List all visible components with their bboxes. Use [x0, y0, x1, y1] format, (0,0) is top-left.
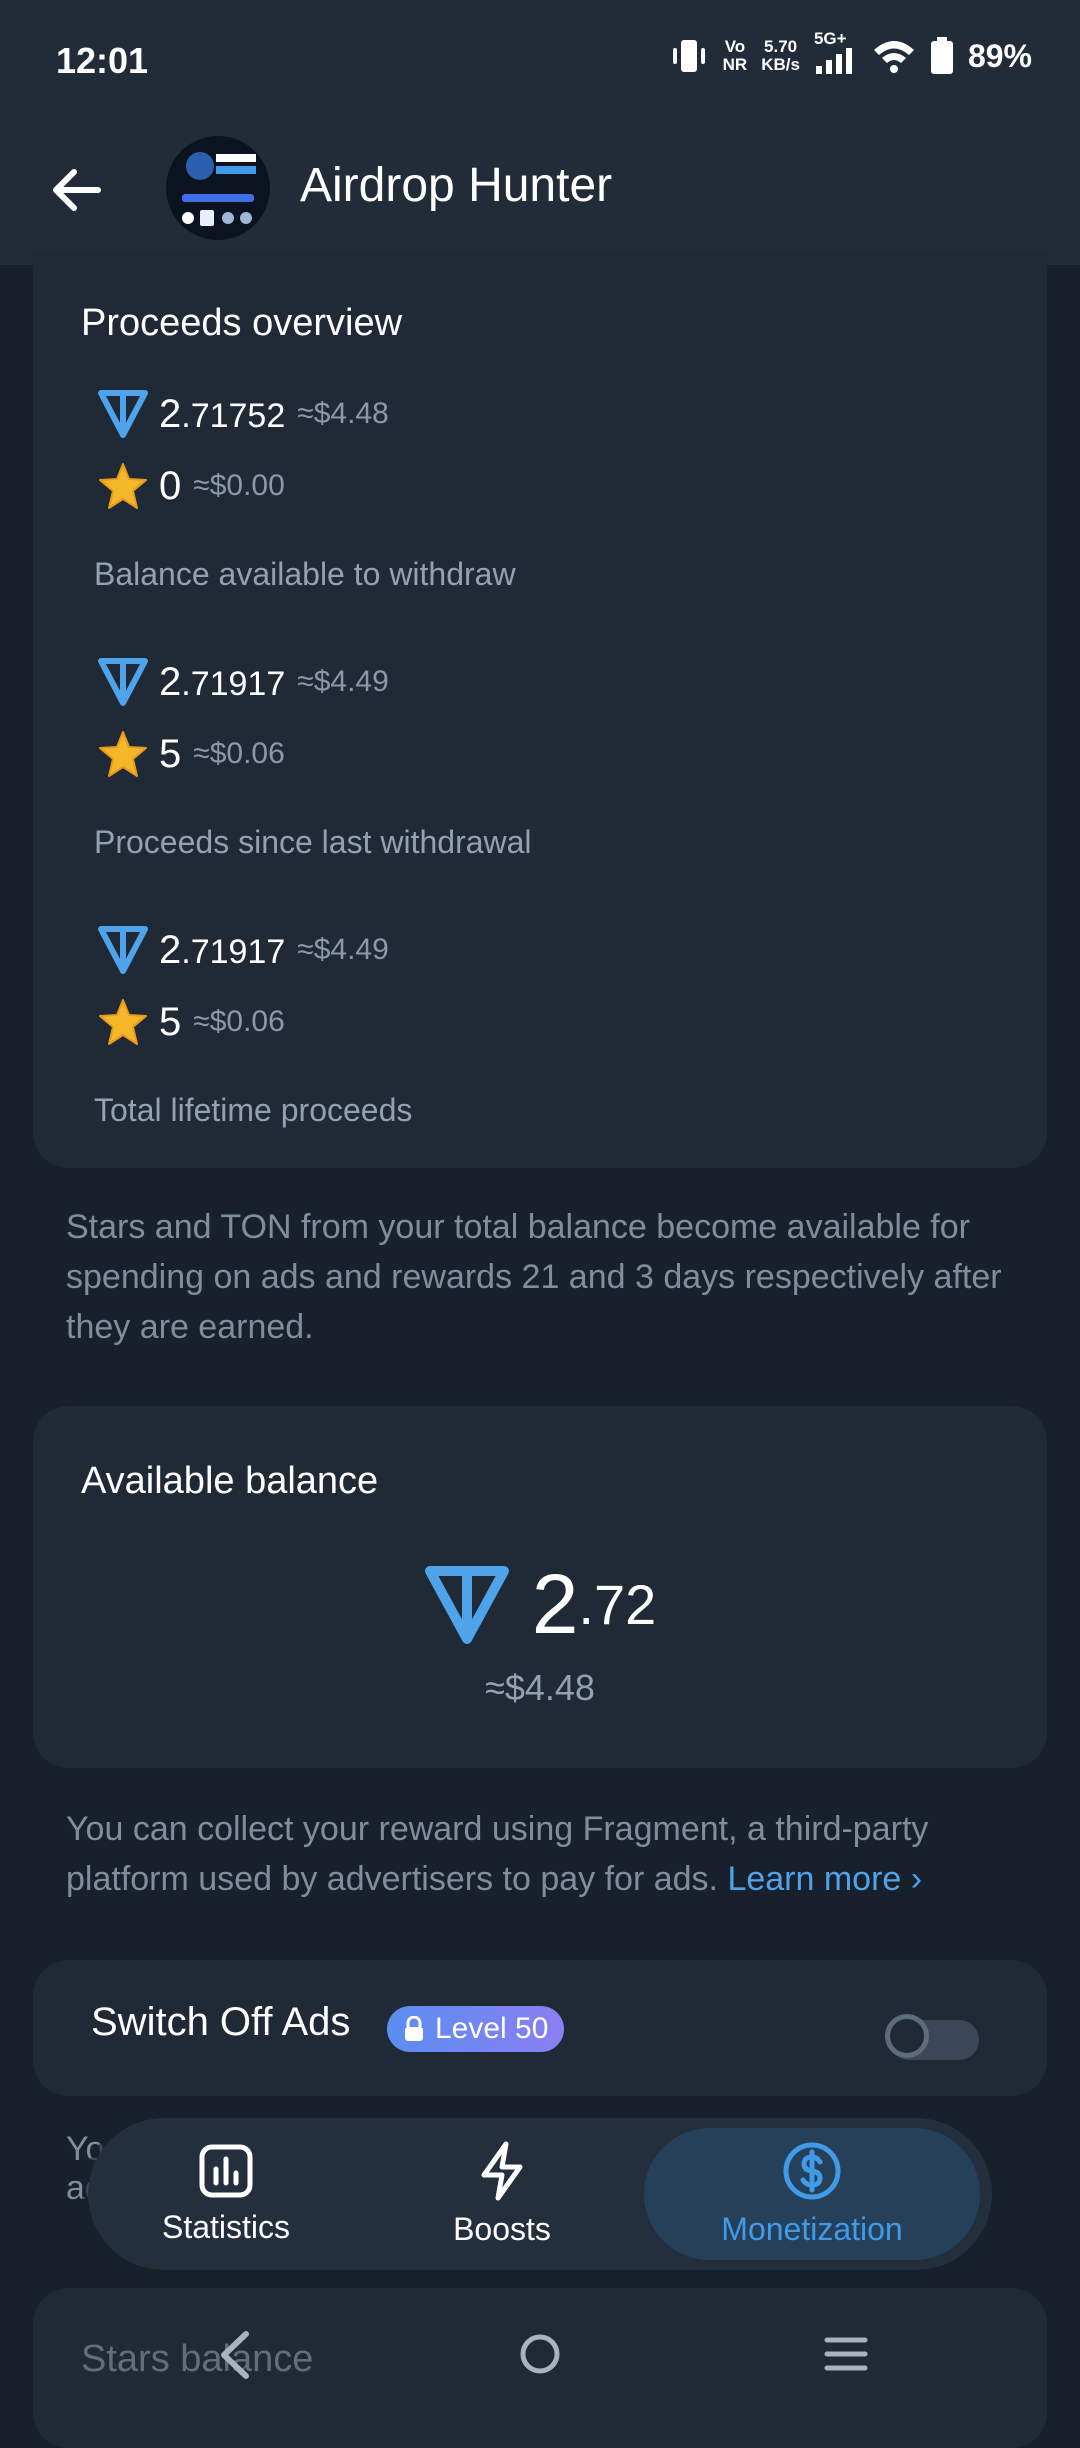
nav-home-icon[interactable]: [518, 2332, 562, 2376]
proceeds-card: Proceeds overview 2.71752 ≈$4.48 0 ≈$0.0…: [33, 250, 1047, 1168]
level-badge: Level 50: [387, 2006, 565, 2052]
switch-off-ads-label: Switch Off Ads: [91, 2000, 351, 2044]
available-balance-title: Available balance: [81, 1460, 379, 1502]
nav-menu-icon[interactable]: [824, 2334, 868, 2374]
system-nav-bar: [0, 2300, 1080, 2408]
ton-amount-row: 2.71917 ≈$4.49: [95, 922, 389, 978]
nav-back-icon[interactable]: [214, 2330, 254, 2380]
vibrate-icon: [672, 40, 705, 72]
status-icons: Vo NR 5.70 KB/s 5G+ 89%: [669, 30, 1032, 76]
ton-icon: [95, 386, 151, 442]
bottom-tab-bar: Statistics Boosts Monetization: [88, 2118, 992, 2270]
ton-icon: [95, 922, 151, 978]
tab-monetization[interactable]: Monetization: [644, 2128, 980, 2260]
ton-icon: [424, 1565, 509, 1644]
switch-off-ads-toggle[interactable]: [885, 2014, 979, 2060]
switch-off-ads-card[interactable]: Switch Off Ads Level 50: [33, 1960, 1047, 2096]
avatar-image: [166, 136, 270, 240]
proceeds-title: Proceeds overview: [81, 302, 403, 344]
ton-amount-row: 2.71917 ≈$4.49: [95, 654, 389, 710]
available-balance-fiat: ≈$4.48: [485, 1667, 595, 1708]
page-title: Airdrop Hunter: [300, 159, 613, 212]
fiat-value: ≈$0.06: [193, 737, 285, 770]
fiat-value: ≈$0.00: [193, 469, 285, 502]
status-bar: 12:01 Vo NR 5.70 KB/s 5G+ 89%: [0, 0, 1080, 130]
star-icon: [95, 994, 151, 1050]
tab-boosts[interactable]: Boosts: [422, 2118, 582, 2270]
star-icon: [95, 458, 151, 514]
tab-statistics[interactable]: Statistics: [108, 2118, 344, 2270]
channel-avatar[interactable]: [166, 136, 270, 240]
dollar-circle-icon: [783, 2142, 841, 2199]
lightning-icon: [481, 2141, 523, 2200]
fragment-note: You can collect your reward using Fragme…: [66, 1810, 929, 1898]
battery-icon: [930, 37, 953, 74]
back-arrow-icon[interactable]: [48, 162, 104, 218]
bar-chart-icon: [199, 2144, 253, 2197]
lock-icon: [405, 2016, 423, 2041]
fiat-value: ≈$4.48: [297, 397, 389, 430]
ton-amount-row: 2.71752 ≈$4.48: [95, 386, 389, 442]
volte-indicator: Vo NR: [722, 37, 748, 74]
net-speed: 5.70 KB/s: [761, 37, 800, 74]
learn-more-link[interactable]: Learn more ›: [727, 1860, 922, 1898]
app-bar: Airdrop Hunter: [0, 130, 1080, 265]
status-time: 12:01: [56, 40, 149, 81]
proceeds-label: Proceeds since last withdrawal: [94, 824, 532, 860]
proceeds-label: Balance available to withdraw: [94, 556, 516, 592]
proceeds-label: Total lifetime proceeds: [94, 1092, 413, 1128]
star-icon: [95, 726, 151, 782]
proceeds-note: Stars and TON from your total balance be…: [66, 1208, 1002, 1346]
fiat-value: ≈$4.49: [297, 665, 389, 698]
wifi-icon: [873, 41, 914, 73]
signal-icon: 5G+: [814, 30, 858, 76]
available-balance-card: Available balance 2.72 ≈$4.48: [33, 1406, 1047, 1768]
stars-amount-row: 5 ≈$0.06: [95, 726, 285, 782]
stars-amount-row: 5 ≈$0.06: [95, 994, 285, 1050]
toggle-knob: [885, 2014, 929, 2058]
stars-amount-row: 0 ≈$0.00: [95, 458, 285, 514]
fiat-value: ≈$4.49: [297, 933, 389, 966]
available-balance-amount: 2.72: [33, 1556, 1047, 1653]
battery-percent: 89%: [967, 37, 1032, 74]
fiat-value: ≈$0.06: [193, 1005, 285, 1038]
ton-icon: [95, 654, 151, 710]
